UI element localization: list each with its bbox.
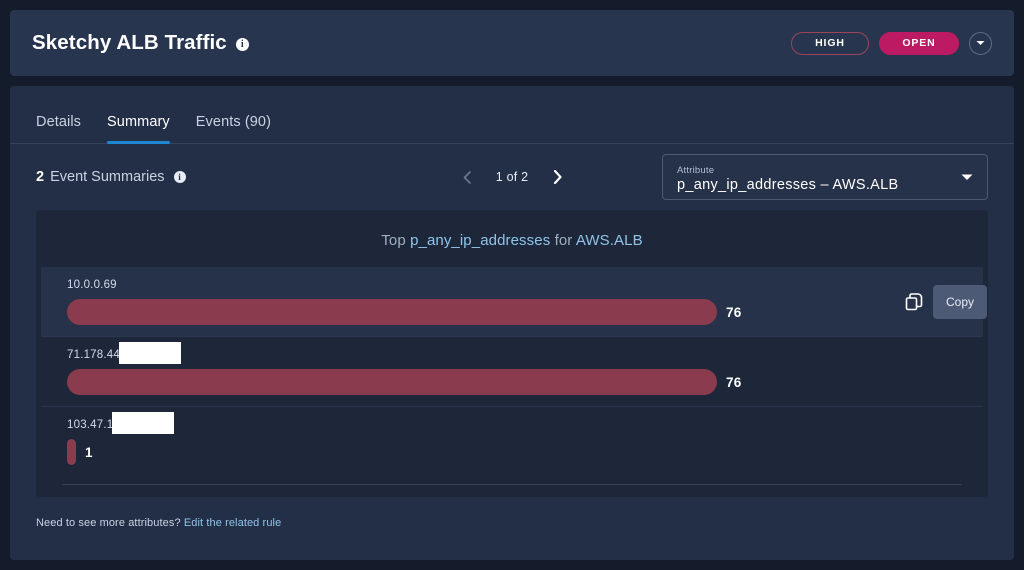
bar-label: 103.47.1: [67, 412, 957, 434]
tab-summary[interactable]: Summary: [107, 114, 170, 144]
severity-badge[interactable]: HIGH: [791, 31, 869, 55]
chart-title-attribute: p_any_ip_addresses: [410, 232, 551, 249]
bar-value: 1: [85, 444, 93, 460]
chart-title-connector: for: [554, 232, 573, 249]
chart-panel: Top p_any_ip_addresses for AWS.ALB 10.0.…: [36, 210, 988, 497]
event-summaries-label: 2 Event Summaries i: [36, 169, 186, 185]
bar-row[interactable]: 103.47.1 1: [41, 406, 983, 476]
event-summaries-text: Event Summaries: [50, 169, 165, 185]
summary-card: Details Summary Events (90) 2 Event Summ…: [10, 86, 1014, 560]
copy-tooltip: Copy: [932, 284, 987, 319]
header-actions: HIGH OPEN: [791, 31, 992, 55]
info-icon[interactable]: i: [173, 171, 186, 183]
chart-title-prefix: Top: [381, 232, 406, 249]
chart-divider: [62, 484, 962, 485]
bar-line: 1: [67, 439, 957, 465]
chevron-right-icon[interactable]: [548, 166, 566, 188]
summary-toolbar: 2 Event Summaries i 1 of 2 Attribute p_a…: [10, 144, 1014, 210]
redaction-box: [118, 342, 181, 364]
footer-text: Need to see more attributes?: [36, 517, 181, 529]
page-title: Sketchy ALB Traffic: [32, 31, 227, 54]
tab-events[interactable]: Events (90): [196, 114, 271, 143]
bar-row[interactable]: 10.0.0.69 76 Copy: [41, 267, 987, 336]
bar-line: 76: [67, 299, 957, 325]
redaction-box: [112, 412, 175, 434]
chart-title: Top p_any_ip_addresses for AWS.ALB: [36, 232, 988, 249]
chevron-down-icon[interactable]: [961, 168, 973, 186]
page-header: Sketchy ALB Traffic i HIGH OPEN: [10, 10, 1014, 76]
bar-fill: [67, 439, 76, 465]
tab-bar: Details Summary Events (90): [10, 86, 1014, 144]
bar-fill: [67, 299, 717, 325]
bar-label-text: 103.47.1: [67, 419, 114, 431]
bar-fill: [67, 369, 717, 395]
card-footer: Need to see more attributes? Edit the re…: [10, 497, 1014, 529]
status-badge[interactable]: OPEN: [879, 31, 959, 55]
edit-related-rule-link[interactable]: Edit the related rule: [184, 517, 282, 529]
bar-value: 76: [726, 304, 742, 320]
page-indicator: 1 of 2: [495, 170, 529, 184]
chevron-left-icon[interactable]: [458, 166, 476, 188]
bar-row[interactable]: 71.178.44 76: [41, 336, 983, 406]
bar-line: 76: [67, 369, 957, 395]
bar-label-text: 71.178.44: [67, 349, 120, 361]
bar-label-text: 10.0.0.69: [67, 279, 117, 291]
event-summaries-count: 2: [36, 169, 45, 185]
attribute-select-label: Attribute: [677, 165, 715, 176]
chart-title-source: AWS.ALB: [575, 232, 643, 249]
info-icon[interactable]: i: [235, 37, 249, 51]
bar-list: 10.0.0.69 76 Copy 71.178.44 76 103.47.1 …: [36, 267, 988, 476]
bar-value: 76: [726, 374, 742, 390]
tab-details[interactable]: Details: [36, 114, 81, 143]
attribute-select[interactable]: Attribute p_any_ip_addresses – AWS.ALB: [662, 154, 988, 200]
bar-label: 10.0.0.69: [67, 278, 957, 292]
chevron-down-icon[interactable]: [969, 31, 992, 55]
alert-detail-page: Sketchy ALB Traffic i HIGH OPEN Details …: [0, 0, 1024, 570]
attribute-select-value: p_any_ip_addresses – AWS.ALB: [677, 177, 899, 193]
bar-label: 71.178.44: [67, 342, 957, 364]
copy-icon[interactable]: [901, 289, 927, 315]
title-group: Sketchy ALB Traffic i: [32, 31, 249, 55]
